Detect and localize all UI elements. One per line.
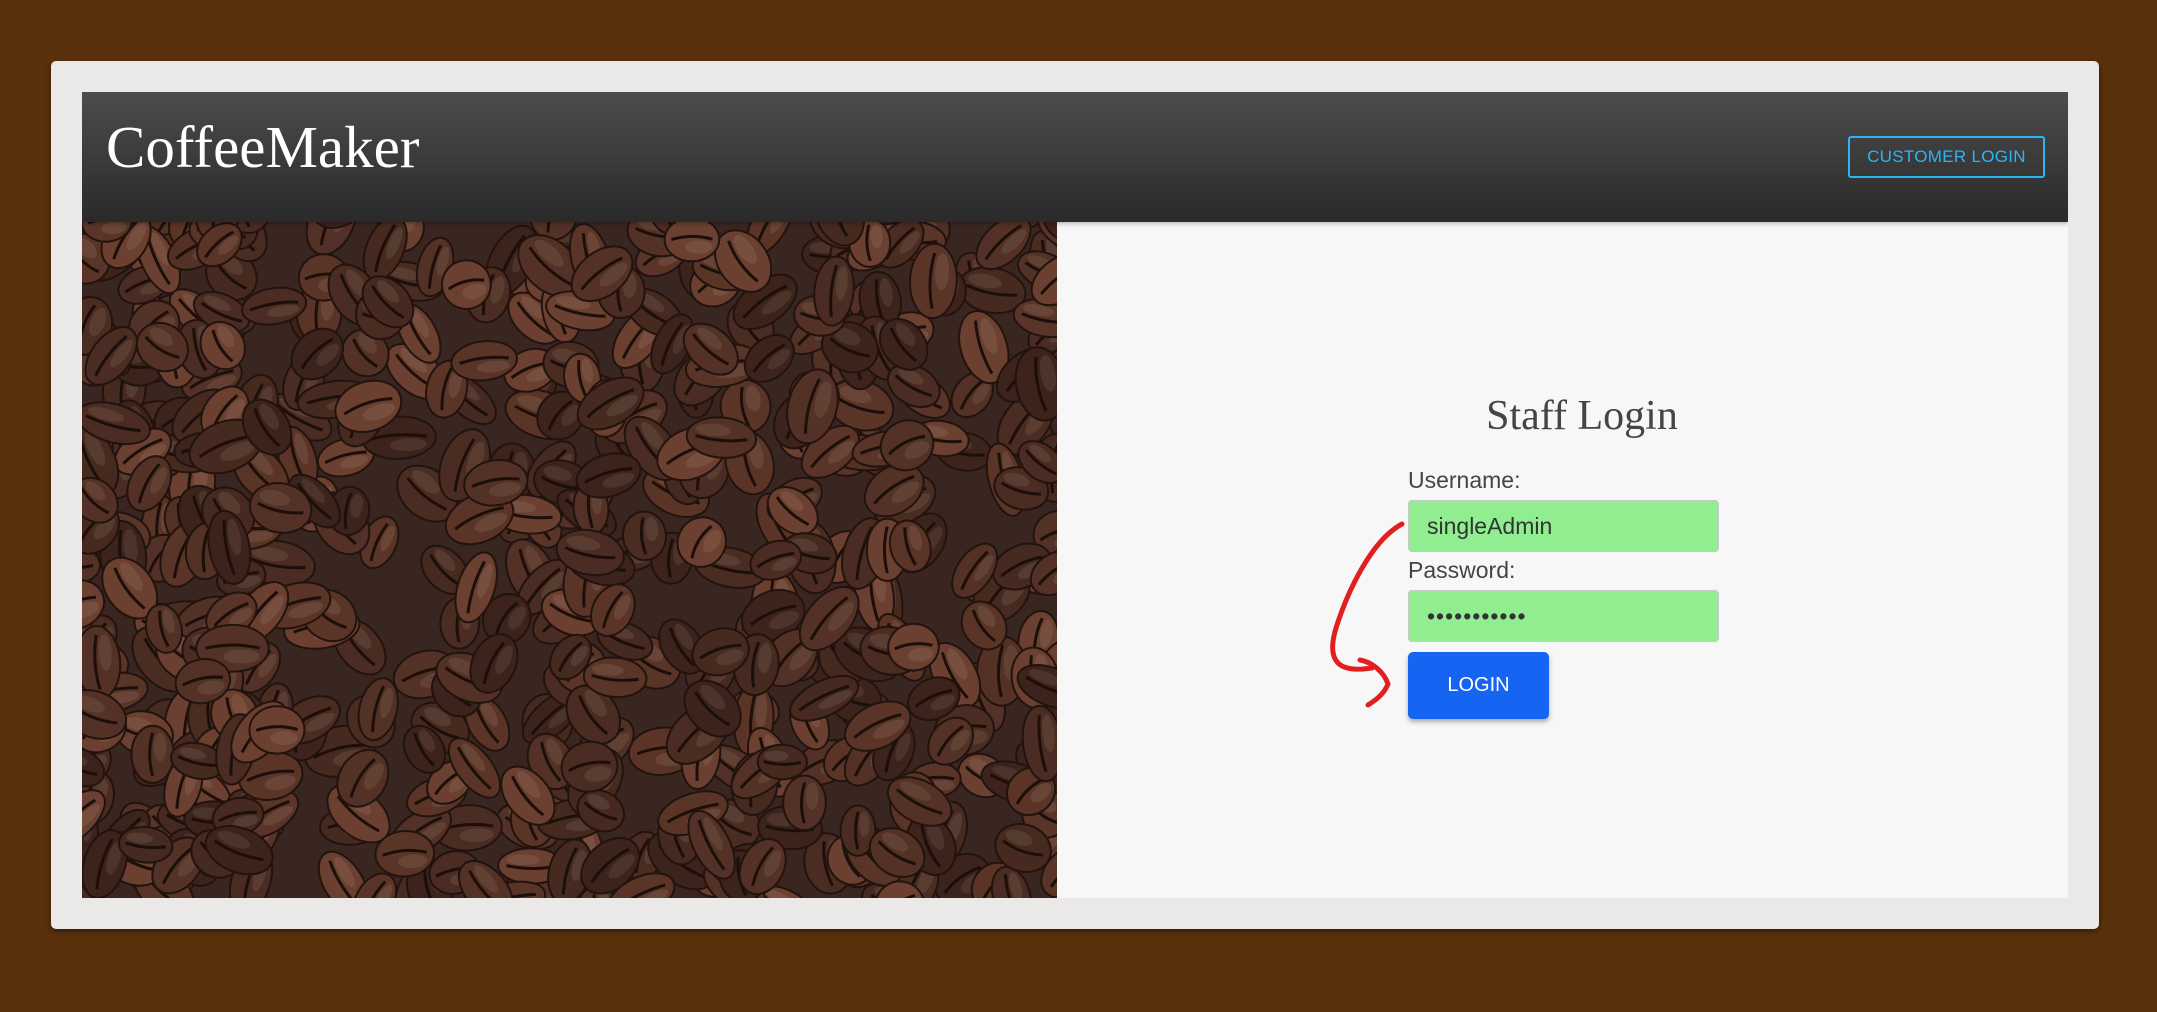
coffee-beans-photo — [82, 222, 1057, 898]
window-frame: CoffeeMaker CUSTOMER LOGIN Staff Login U… — [51, 61, 2099, 929]
coffee-beans-image — [82, 222, 1057, 898]
app-container: CoffeeMaker CUSTOMER LOGIN Staff Login U… — [82, 92, 2068, 898]
customer-login-button[interactable]: CUSTOMER LOGIN — [1848, 136, 2045, 178]
username-label: Username: — [1408, 467, 1521, 493]
password-field[interactable]: ••••••••••• — [1408, 590, 1719, 642]
page-title: Staff Login — [1486, 393, 1678, 439]
top-bar: CoffeeMaker CUSTOMER LOGIN — [82, 92, 2068, 222]
username-field[interactable]: singleAdmin — [1408, 500, 1719, 552]
password-label: Password: — [1408, 557, 1516, 583]
login-panel: Staff Login Username: singleAdmin Passwo… — [1057, 222, 2068, 898]
login-button[interactable]: LOGIN — [1408, 652, 1549, 719]
brand-title: CoffeeMaker — [106, 114, 420, 180]
